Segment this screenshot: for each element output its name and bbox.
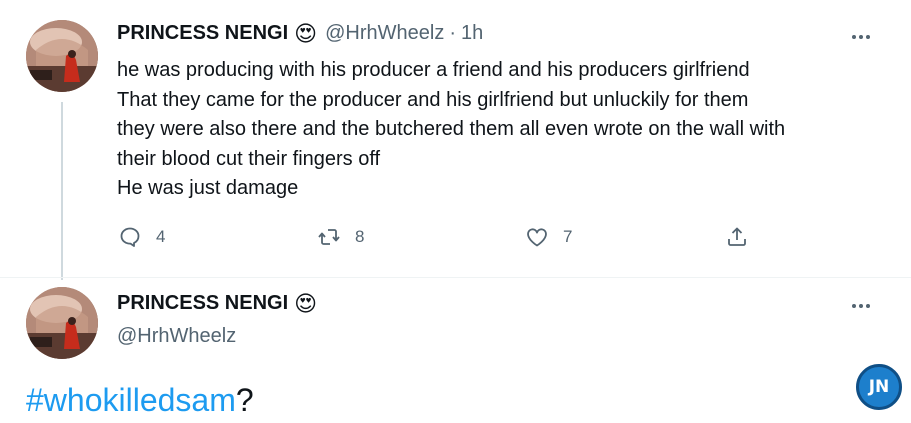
tweet-text-line: That they came for the producer and his … [117,88,749,111]
like-button[interactable]: 7 [525,225,572,249]
tweet-text-line: they were also there and the butchered t… [117,118,786,140]
reply-icon [120,227,140,247]
user-handle[interactable]: @HrhWheelz [325,22,444,45]
reply-count: 4 [156,227,166,246]
user-handle[interactable]: @HrhWheelz [117,325,236,348]
watermark-label: JN [868,377,890,397]
like-count: 7 [563,227,573,246]
timestamp[interactable]: 1h [461,22,483,45]
avatar-tweet2[interactable] [26,287,98,359]
avatar-image [26,287,98,359]
share-button[interactable] [725,225,749,249]
divider [0,277,911,278]
watermark-logo: JN [856,364,902,410]
tweet2-text: #whokilledsam? [26,382,254,419]
tweet-text-suffix: ? [235,382,254,418]
tweet1-header: PRINCESS NENGI 😍 @HrhWheelz · 1h [117,22,483,45]
tweet2-name-row: PRINCESS NENGI 😍 [117,292,317,315]
heart-eyes-emoji: 😍 [294,20,318,46]
avatar-image [26,20,98,92]
tweet-text-line: He was just damage [117,177,299,199]
retweet-icon [318,229,340,245]
more-options-button[interactable] [841,25,881,49]
more-options-button[interactable] [841,294,881,318]
tweet-text-line: their blood cut their fingers off [117,147,381,170]
heart-eyes-emoji: 😍 [294,290,318,316]
avatar-tweet1[interactable] [26,20,98,92]
display-name[interactable]: PRINCESS NENGI [117,22,288,45]
heart-icon [527,228,547,247]
tweet1-text: he was producing with his producer a fri… [117,56,897,204]
more-icon [852,304,856,308]
display-name[interactable]: PRINCESS NENGI [117,292,288,315]
thread-line [61,102,63,280]
retweet-count: 8 [355,227,365,246]
retweet-button[interactable]: 8 [317,225,364,249]
share-icon [728,227,746,246]
separator: · [449,22,456,44]
hashtag-link[interactable]: #whokilledsam [26,382,236,418]
reply-button[interactable]: 4 [118,225,165,249]
more-icon [852,35,856,39]
tweet-text-line: he was producing with his producer a fri… [117,59,750,81]
